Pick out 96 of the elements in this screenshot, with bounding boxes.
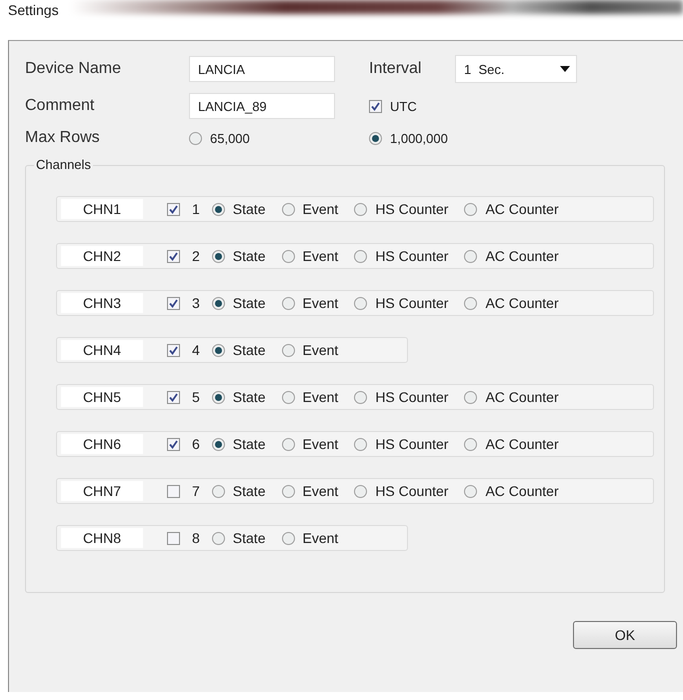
checkbox-label: UTC bbox=[390, 98, 417, 114]
field-label: Max Rows bbox=[25, 129, 101, 147]
radio-label: AC Counter bbox=[485, 295, 559, 311]
checkbox-label: 7 bbox=[192, 483, 200, 499]
input-field[interactable]: LANCIA_89 bbox=[189, 93, 335, 119]
checkbox-label: 5 bbox=[192, 389, 200, 405]
channel-name: CHN1 bbox=[61, 199, 143, 219]
radio-button[interactable] bbox=[464, 202, 478, 216]
radio-button[interactable] bbox=[369, 132, 382, 144]
radio-label: HS Counter bbox=[375, 295, 448, 311]
radio-label: State bbox=[232, 389, 266, 405]
radio-button[interactable] bbox=[282, 296, 294, 310]
radio-button[interactable] bbox=[282, 438, 294, 450]
radio-label: AC Counter bbox=[485, 389, 559, 405]
channel-name: CHN3 bbox=[61, 293, 143, 313]
radio-label: Event bbox=[302, 436, 338, 452]
checkbox-label: 1 bbox=[192, 201, 200, 217]
radio-button[interactable] bbox=[189, 132, 202, 144]
checkbox[interactable] bbox=[167, 344, 180, 356]
field-label: Device Name bbox=[25, 60, 122, 78]
radio-button[interactable] bbox=[282, 390, 294, 404]
radio-button[interactable] bbox=[464, 484, 478, 498]
radio-label: AC Counter bbox=[485, 248, 559, 264]
radio-label: 1,000,000 bbox=[390, 130, 448, 146]
channel-name: CHN6 bbox=[61, 434, 143, 454]
ok-button[interactable]: OK bbox=[573, 621, 677, 649]
checkbox[interactable] bbox=[167, 390, 180, 404]
checkbox[interactable] bbox=[369, 100, 382, 112]
radio-label: State bbox=[232, 201, 266, 217]
radio-button[interactable] bbox=[464, 438, 478, 450]
radio-button[interactable] bbox=[282, 250, 294, 262]
radio-button[interactable] bbox=[464, 390, 478, 404]
radio-button[interactable] bbox=[354, 484, 368, 498]
radio-button[interactable] bbox=[212, 532, 225, 544]
checkbox-label: 8 bbox=[192, 530, 200, 546]
radio-label: 65,000 bbox=[210, 130, 250, 146]
checkbox[interactable] bbox=[167, 484, 180, 498]
checkbox[interactable] bbox=[167, 296, 180, 310]
checkbox-label: 4 bbox=[192, 342, 200, 358]
radio-button[interactable] bbox=[282, 484, 294, 498]
checkbox[interactable] bbox=[167, 438, 180, 450]
radio-button[interactable] bbox=[464, 250, 478, 262]
radio-button[interactable] bbox=[212, 390, 225, 404]
radio-label: Event bbox=[302, 295, 338, 311]
radio-button[interactable] bbox=[212, 344, 225, 356]
radio-button[interactable] bbox=[354, 296, 368, 310]
radio-button[interactable] bbox=[212, 484, 225, 498]
radio-button[interactable] bbox=[212, 438, 225, 450]
field-label: Interval bbox=[369, 60, 422, 78]
checkbox-label: 2 bbox=[192, 248, 200, 264]
channel-name: CHN5 bbox=[61, 387, 143, 407]
radio-button[interactable] bbox=[354, 202, 368, 216]
field-label: Comment bbox=[25, 97, 96, 115]
radio-label: HS Counter bbox=[375, 436, 448, 452]
radio-button[interactable] bbox=[282, 532, 294, 544]
radio-label: AC Counter bbox=[485, 483, 559, 499]
radio-button[interactable] bbox=[212, 296, 225, 310]
radio-label: Event bbox=[302, 389, 338, 405]
dropdown-arrow-icon bbox=[560, 66, 570, 72]
group-title: Channels bbox=[34, 157, 93, 172]
radio-button[interactable] bbox=[354, 438, 368, 450]
radio-button[interactable] bbox=[354, 390, 368, 404]
checkbox[interactable] bbox=[167, 202, 180, 216]
radio-button[interactable] bbox=[282, 202, 294, 216]
radio-label: Event bbox=[302, 483, 338, 499]
radio-label: Event bbox=[302, 248, 338, 264]
radio-button[interactable] bbox=[212, 250, 225, 262]
radio-label: HS Counter bbox=[375, 248, 448, 264]
radio-label: State bbox=[232, 342, 266, 358]
radio-label: State bbox=[232, 248, 266, 264]
radio-label: State bbox=[232, 483, 266, 499]
channel-name: CHN2 bbox=[61, 246, 143, 266]
radio-label: HS Counter bbox=[375, 201, 448, 217]
radio-label: HS Counter bbox=[375, 483, 448, 499]
radio-label: HS Counter bbox=[375, 389, 448, 405]
radio-label: Event bbox=[302, 201, 338, 217]
radio-button[interactable] bbox=[212, 202, 225, 216]
radio-label: AC Counter bbox=[485, 201, 559, 217]
radio-button[interactable] bbox=[282, 344, 294, 356]
checkbox-label: 3 bbox=[192, 295, 200, 311]
radio-label: State bbox=[232, 530, 266, 546]
channel-name: CHN8 bbox=[61, 528, 143, 548]
channel-name: CHN7 bbox=[61, 481, 143, 501]
radio-label: State bbox=[232, 436, 266, 452]
radio-button[interactable] bbox=[464, 296, 478, 310]
radio-label: Event bbox=[302, 530, 338, 546]
checkbox[interactable] bbox=[167, 532, 180, 544]
checkbox-label: 6 bbox=[192, 436, 200, 452]
radio-button[interactable] bbox=[354, 250, 368, 262]
channel-name: CHN4 bbox=[61, 340, 143, 360]
interval-dropdown[interactable]: 1 Sec. bbox=[455, 55, 577, 83]
input-field[interactable]: LANCIA bbox=[189, 56, 335, 82]
radio-label: AC Counter bbox=[485, 436, 559, 452]
checkbox[interactable] bbox=[167, 250, 180, 262]
radio-label: State bbox=[232, 295, 266, 311]
radio-label: Event bbox=[302, 342, 338, 358]
